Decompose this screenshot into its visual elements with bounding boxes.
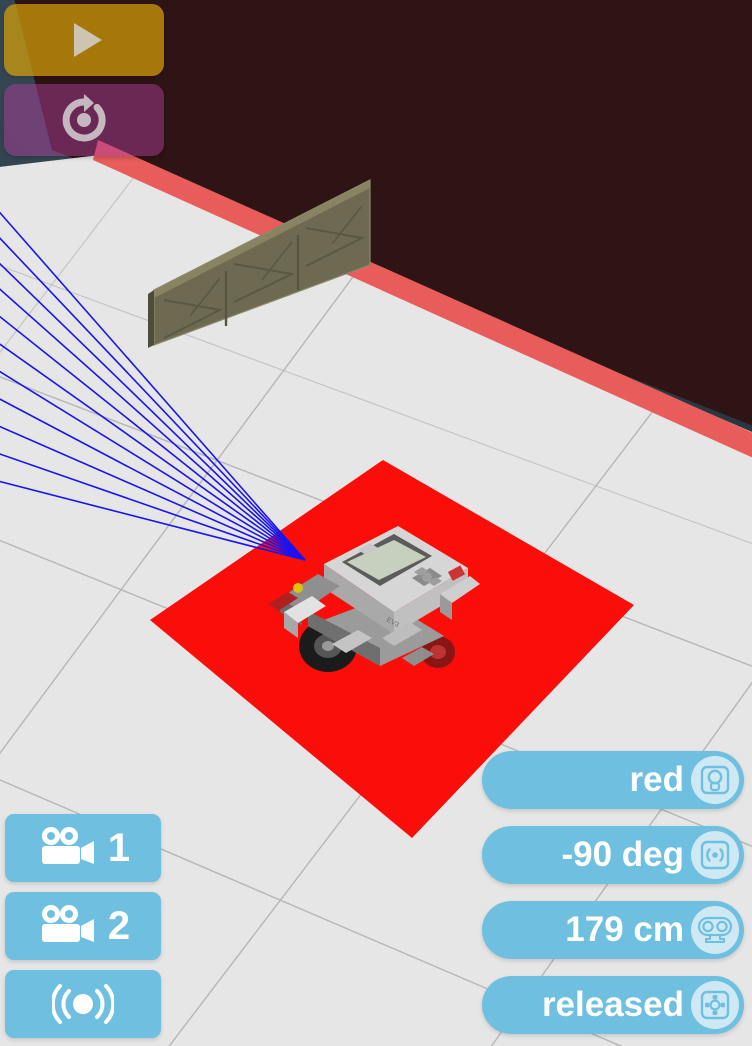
video-camera-icon [41,827,94,864]
color-sensor-readout[interactable]: red [482,751,744,809]
fence-obstacle [148,179,371,348]
playback-controls: Play Reset [4,4,174,164]
camera-1-label: 1 [107,826,131,870]
gyro-sensor-badge [691,831,739,879]
reset-button[interactable]: Reset [4,84,164,156]
gyro-sensor-readout[interactable]: -90 deg [482,826,744,884]
color-sensor-value: red [629,759,684,799]
sensor-readouts: red -90 deg 179 cm released [482,734,744,1034]
touch-sensor-badge [691,981,739,1029]
ultrasonic-sensor-icon [697,916,733,944]
sound-button[interactable] [5,970,161,1038]
reset-icon [62,94,106,142]
camera-2-label: 2 [107,904,131,948]
gyro-sensor-value: -90 deg [561,834,684,874]
view-controls: 1 2 [5,804,165,1038]
simulator-app: EV3 1 2 red -90 deg 179 cm released [0,0,752,1046]
color-sensor-badge [691,756,739,804]
video-camera-icon [41,905,94,942]
brick-buttons-icon [700,990,730,1020]
camera-2-button[interactable]: 2 [5,892,161,960]
gyro-sensor-icon [700,840,730,870]
sound-waves-icon [52,984,114,1024]
play-button[interactable]: Play [4,4,164,76]
camera-1-button[interactable]: 1 [5,814,161,882]
ultrasonic-sensor-value: 179 cm [565,909,684,949]
ev3-robot[interactable]: EV3 [262,516,480,686]
ultrasonic-sensor-readout[interactable]: 179 cm [482,901,744,959]
ultrasonic-sensor-badge [691,906,739,954]
color-sensor-icon [700,765,730,795]
play-icon [74,23,102,57]
touch-sensor-value: released [541,984,684,1024]
touch-sensor-readout[interactable]: released [482,976,744,1034]
